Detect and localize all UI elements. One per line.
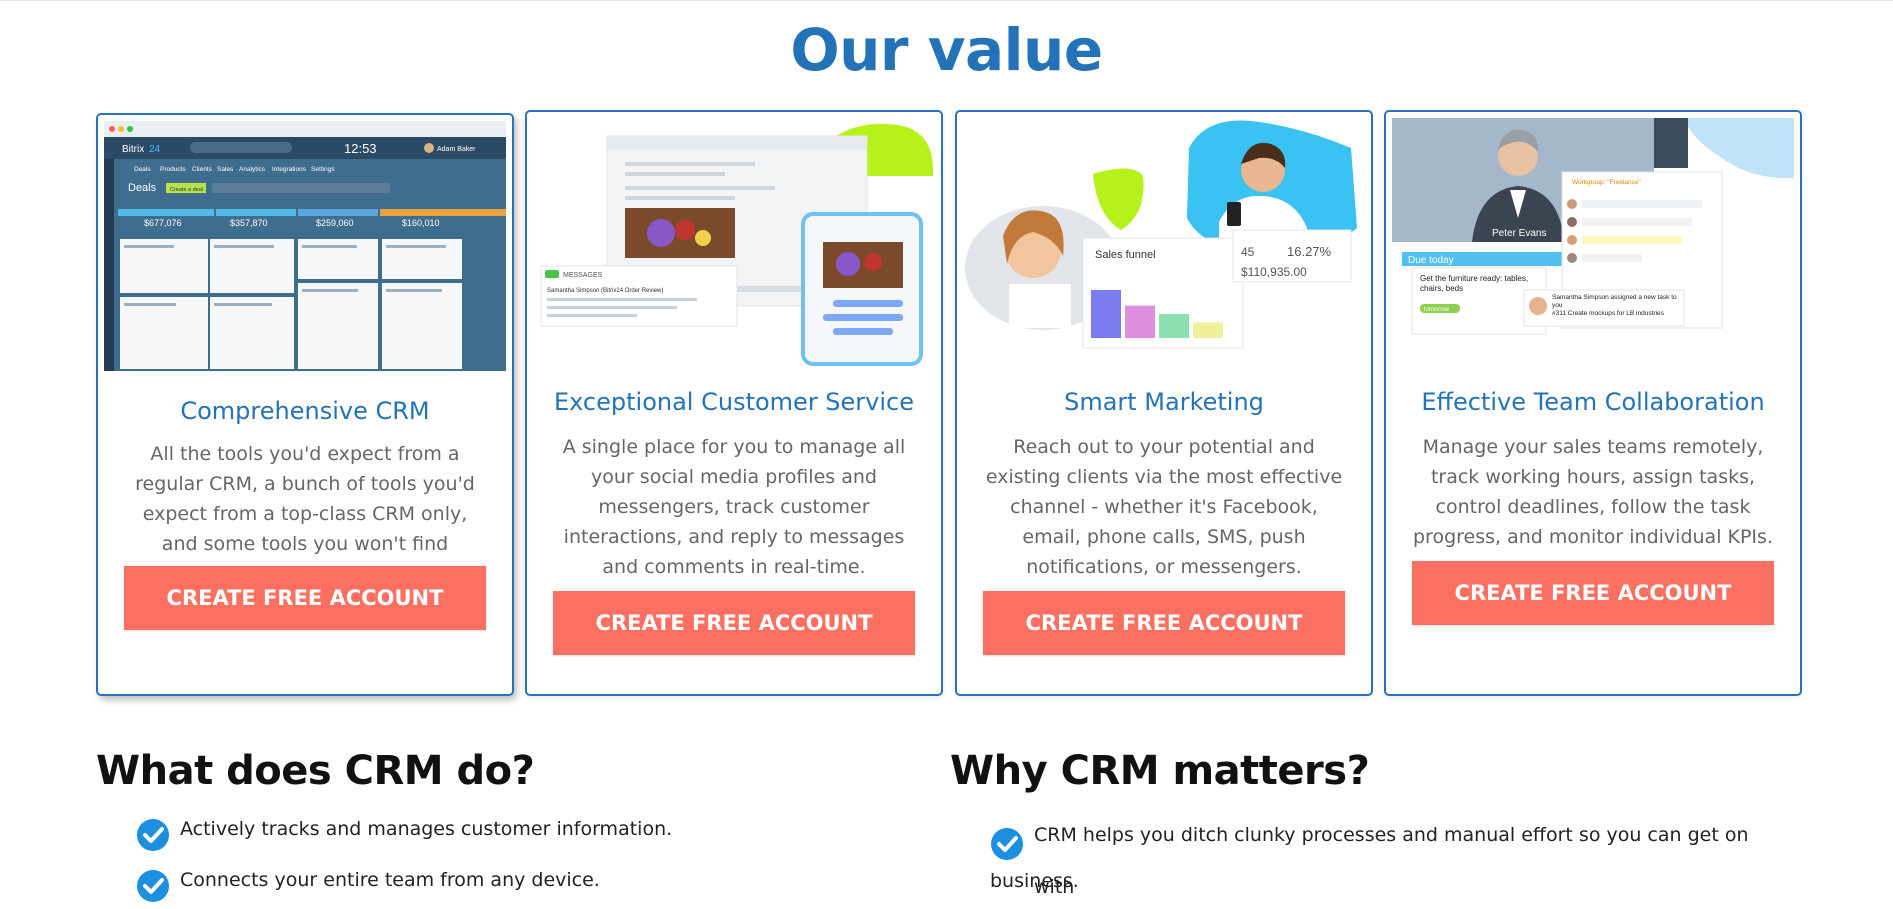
list-item-text: Connects your entire team from any devic…: [180, 869, 600, 891]
funnel-bar: [1193, 322, 1223, 338]
svg-text:Samantha Simpson (Bitrix24 Ord: Samantha Simpson (Bitrix24 Order Review): [547, 288, 663, 294]
create-free-account-button[interactable]: CREATE FREE ACCOUNT: [983, 591, 1345, 655]
card-title: Comprehensive CRM: [180, 397, 430, 425]
svg-text:Sales: Sales: [217, 166, 234, 173]
sales-funnel-label: Sales funnel: [1095, 249, 1156, 261]
card-title: Smart Marketing: [1064, 388, 1264, 416]
list-item-text: Actively tracks and manages customer inf…: [180, 818, 673, 840]
svg-text:Clients: Clients: [192, 166, 213, 173]
caller-name: Peter Evans: [1492, 228, 1546, 239]
svg-text:Workgroup: "Freelance": Workgroup: "Freelance": [1572, 179, 1641, 186]
svg-text:$110,935.00: $110,935.00: [1241, 265, 1307, 279]
svg-text:$259,060: $259,060: [316, 218, 354, 228]
svg-text:$160,010: $160,010: [402, 218, 440, 228]
funnel-bar: [1125, 305, 1155, 338]
svg-text:MESSAGES: MESSAGES: [563, 272, 603, 279]
messenger-illustration: MESSAGES Samantha Simpson (Bitrix24 Orde…: [533, 118, 935, 368]
crm-screenshot-illustration: Bitrix 24 12:53 Adam Baker Deals Product…: [104, 121, 506, 371]
svg-text:24: 24: [149, 144, 161, 155]
card-description: Reach out to your potential and existing…: [985, 436, 1343, 578]
value-cards: Bitrix 24 12:53 Adam Baker Deals Product…: [96, 110, 1806, 696]
svg-text:Due today: Due today: [1408, 255, 1454, 266]
svg-text:16.27%: 16.27%: [1287, 244, 1332, 259]
card-customer-service: MESSAGES Samantha Simpson (Bitrix24 Orde…: [525, 110, 943, 696]
checkmark-icon: [137, 819, 169, 851]
svg-text:Adam Baker: Adam Baker: [437, 146, 476, 153]
svg-text:Deals: Deals: [128, 182, 157, 194]
list-item-text-continued: business.: [990, 870, 1079, 892]
list-item: CRM helps you ditch clunky processes and…: [990, 818, 1770, 909]
svg-text:Create a deal: Create a deal: [170, 187, 203, 193]
why-crm-matters-heading: Why CRM matters?: [950, 748, 1370, 794]
what-crm-does-heading: What does CRM do?: [96, 748, 535, 794]
list-item: Actively tracks and manages customer inf…: [136, 818, 672, 852]
card-description: A single place for you to manage all you…: [562, 436, 906, 578]
svg-text:$677,076: $677,076: [144, 218, 182, 228]
funnel-bar: [1091, 290, 1121, 338]
card-team-collaboration: Peter Evans Due today Get the furniture …: [1384, 110, 1802, 696]
create-free-account-button[interactable]: CREATE FREE ACCOUNT: [553, 591, 915, 655]
svg-text:Settings: Settings: [311, 166, 335, 173]
card-title: Exceptional Customer Service: [553, 388, 915, 416]
funnel-bar: [1159, 314, 1189, 338]
clock-time: 12:53: [344, 141, 377, 156]
create-free-account-button[interactable]: CREATE FREE ACCOUNT: [124, 566, 486, 630]
svg-text:Analytics: Analytics: [239, 166, 266, 173]
list-item-text: CRM helps you ditch clunky processes and…: [1034, 824, 1749, 898]
card-smart-marketing: Sales funnel 45 16.27% $110,935.00 Smart…: [955, 110, 1373, 696]
create-free-account-button[interactable]: CREATE FREE ACCOUNT: [1412, 561, 1774, 625]
marketing-illustration: Sales funnel 45 16.27% $110,935.00: [963, 118, 1365, 368]
checkmark-icon: [991, 828, 1023, 860]
svg-text:Deals: Deals: [134, 166, 151, 173]
card-title: Effective Team Collaboration: [1421, 388, 1765, 416]
svg-text:tomorrow: tomorrow: [1424, 307, 1450, 313]
card-comprehensive-crm: Bitrix 24 12:53 Adam Baker Deals Product…: [96, 113, 514, 696]
list-item: Connects your entire team from any devic…: [136, 869, 600, 903]
svg-text:Integrations: Integrations: [272, 166, 307, 173]
top-divider: [0, 0, 1893, 1]
collaboration-illustration: Peter Evans Due today Get the furniture …: [1392, 118, 1794, 368]
app-name: Bitrix: [122, 144, 144, 155]
section-title: Our value: [790, 16, 1103, 84]
svg-text:$357,870: $357,870: [230, 218, 268, 228]
svg-text:45: 45: [1241, 245, 1255, 259]
svg-text:Products: Products: [160, 166, 186, 173]
checkmark-icon: [137, 870, 169, 902]
card-description: Manage your sales teams remotely, track …: [1413, 436, 1773, 548]
